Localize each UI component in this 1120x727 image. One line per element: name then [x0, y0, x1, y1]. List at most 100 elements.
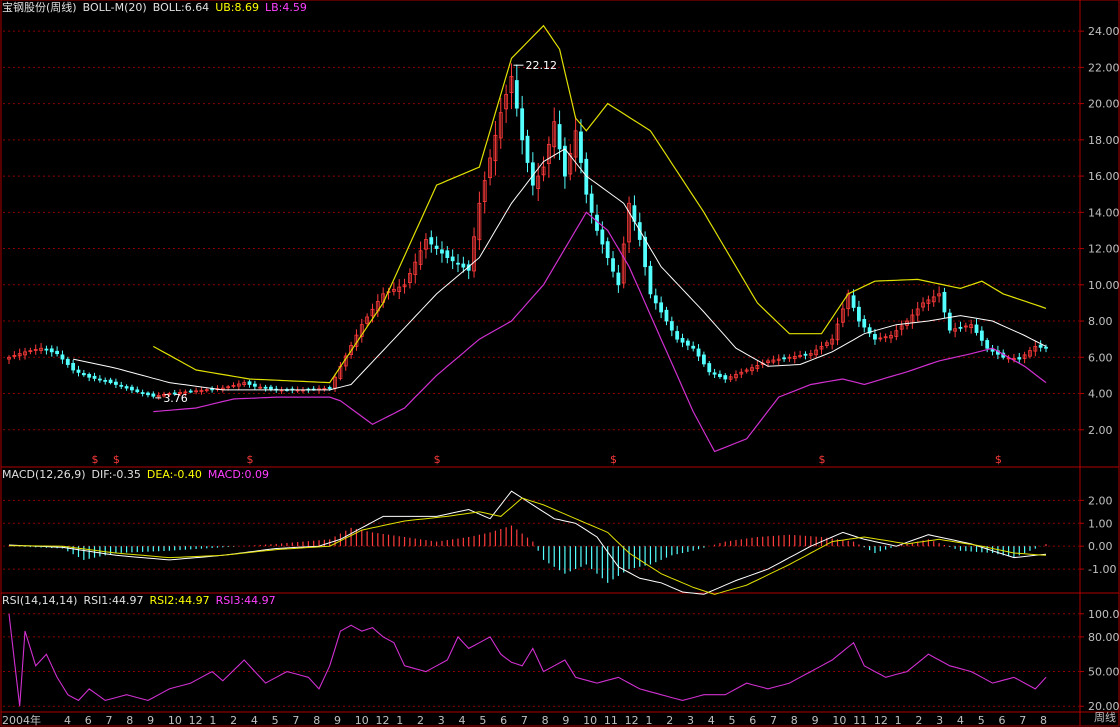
candle-body	[707, 363, 712, 373]
x-tick-label: 8	[542, 714, 549, 727]
outer-frame	[0, 0, 1120, 727]
candle-body	[782, 357, 786, 360]
candle-body	[55, 350, 60, 355]
x-tick-label: 3	[936, 714, 943, 727]
rsi1-value: RSI1:44.97	[83, 594, 144, 607]
annotation-label: 22.12	[525, 59, 557, 72]
candle-body	[942, 291, 947, 313]
candle-body	[108, 379, 113, 384]
x-tick-label: 1	[396, 714, 403, 727]
x-tick-label: 7	[106, 714, 113, 727]
candle-body	[44, 348, 49, 351]
x-tick-label: 9	[562, 714, 569, 727]
rsi-line	[8, 613, 1047, 707]
candle-body	[947, 312, 952, 331]
candle-body	[146, 392, 150, 396]
candle-body	[525, 135, 530, 163]
candle-body	[712, 372, 717, 375]
x-tick-label: 1	[645, 714, 652, 727]
price-tick-label: 20.00	[1088, 98, 1120, 111]
candle-body	[269, 386, 273, 390]
candle-body	[873, 334, 877, 340]
x-tick-label: 6	[749, 714, 756, 727]
boll-label: BOLL-M(20)	[82, 1, 147, 14]
candle-body	[857, 306, 861, 322]
macd-panel-header: MACD(12,26,9) DIF:-0.35 DEA:-0.40 MACD:0.09	[2, 468, 275, 482]
candle-body	[140, 392, 145, 394]
rsi-panel-header: RSI(14,14,14) RSI1:44.97 RSI2:44.97 RSI3:44…	[2, 594, 282, 608]
candle-body	[456, 262, 460, 265]
x-tick-label: 9	[812, 714, 819, 727]
price-tick-label: 4.00	[1088, 388, 1113, 401]
candle-body	[71, 362, 76, 371]
stock-chart[interactable]: 22.123.76$ $ $ $ $ $ $ 2.004.006.008.0010.0012…	[0, 0, 1120, 727]
candle-body	[675, 331, 680, 340]
dividend-marker: $	[818, 453, 825, 466]
x-tick-label: 8	[126, 714, 133, 727]
price-tick-label: 18.00	[1088, 134, 1120, 147]
dif-value: DIF:-0.35	[91, 468, 141, 481]
x-tick-label: 11	[853, 714, 867, 727]
x-tick-label: 4	[957, 714, 964, 727]
macd-value: MACD:0.09	[207, 468, 269, 481]
price-tick-label: 24.00	[1088, 25, 1120, 38]
rsi3-value: RSI3:44.97	[215, 594, 276, 607]
dividend-marker: $	[995, 453, 1002, 466]
candle-body	[659, 302, 664, 313]
candle-body	[685, 340, 690, 346]
price-tick-label: 12.00	[1088, 243, 1120, 256]
candle-body	[440, 249, 444, 254]
candle-body	[979, 330, 984, 341]
x-tick-label: 4	[251, 714, 258, 727]
candle-body	[718, 373, 722, 378]
candle-body	[60, 354, 65, 360]
x-tick-label: 10	[583, 714, 597, 727]
candle-body	[429, 237, 434, 245]
candle-body	[135, 389, 140, 393]
candle-body	[514, 80, 519, 109]
x-tick-label: 8	[1040, 714, 1047, 727]
dividend-marker: $	[113, 453, 120, 466]
candle-body	[124, 386, 129, 389]
x-tick-label: 2	[666, 714, 673, 727]
boll-mid-line	[73, 148, 1047, 391]
period-tag[interactable]: 周线	[1094, 709, 1116, 725]
candle-body	[611, 258, 615, 272]
candle-body	[114, 381, 118, 385]
price-tick-label: 2.00	[1088, 424, 1113, 437]
price-tick-label: 22.00	[1088, 61, 1120, 74]
candle-body	[65, 358, 70, 365]
rsi-tick-label: 80.00	[1088, 631, 1120, 644]
candle-body	[188, 390, 193, 393]
candle-body	[616, 272, 621, 286]
candle-body	[92, 375, 97, 379]
x-tick-label: 9	[147, 714, 154, 727]
candle-body	[151, 393, 156, 397]
candle-body	[263, 386, 268, 389]
x-tick-label: 7	[1019, 714, 1026, 727]
x-tick-label: 5	[479, 714, 486, 727]
dividend-marker: $	[92, 453, 99, 466]
candle-body	[87, 374, 92, 378]
price-tick-label: 8.00	[1088, 315, 1113, 328]
x-tick-label: 12	[874, 714, 888, 727]
stock-name: 宝钢股份(周线)	[2, 1, 77, 14]
x-tick-label: 5	[272, 714, 279, 727]
x-tick-label: 7	[521, 714, 528, 727]
candle-body	[990, 349, 995, 352]
candle-body	[247, 381, 252, 385]
candle-body	[76, 369, 81, 373]
dividend-marker: $	[247, 453, 254, 466]
candle-body	[958, 326, 963, 329]
x-tick-label: 10	[168, 714, 182, 727]
candle-body	[648, 265, 653, 295]
chart-frame	[0, 0, 1120, 727]
candle-body	[1038, 344, 1043, 348]
macd-label: MACD(12,26,9)	[2, 468, 86, 481]
x-tick-label: 4	[459, 714, 466, 727]
candle-body	[680, 337, 685, 343]
x-tick-label: 4	[708, 714, 715, 727]
x-tick-label: 3	[687, 714, 694, 727]
x-tick-label: 12	[375, 714, 389, 727]
candle-body	[520, 108, 525, 141]
